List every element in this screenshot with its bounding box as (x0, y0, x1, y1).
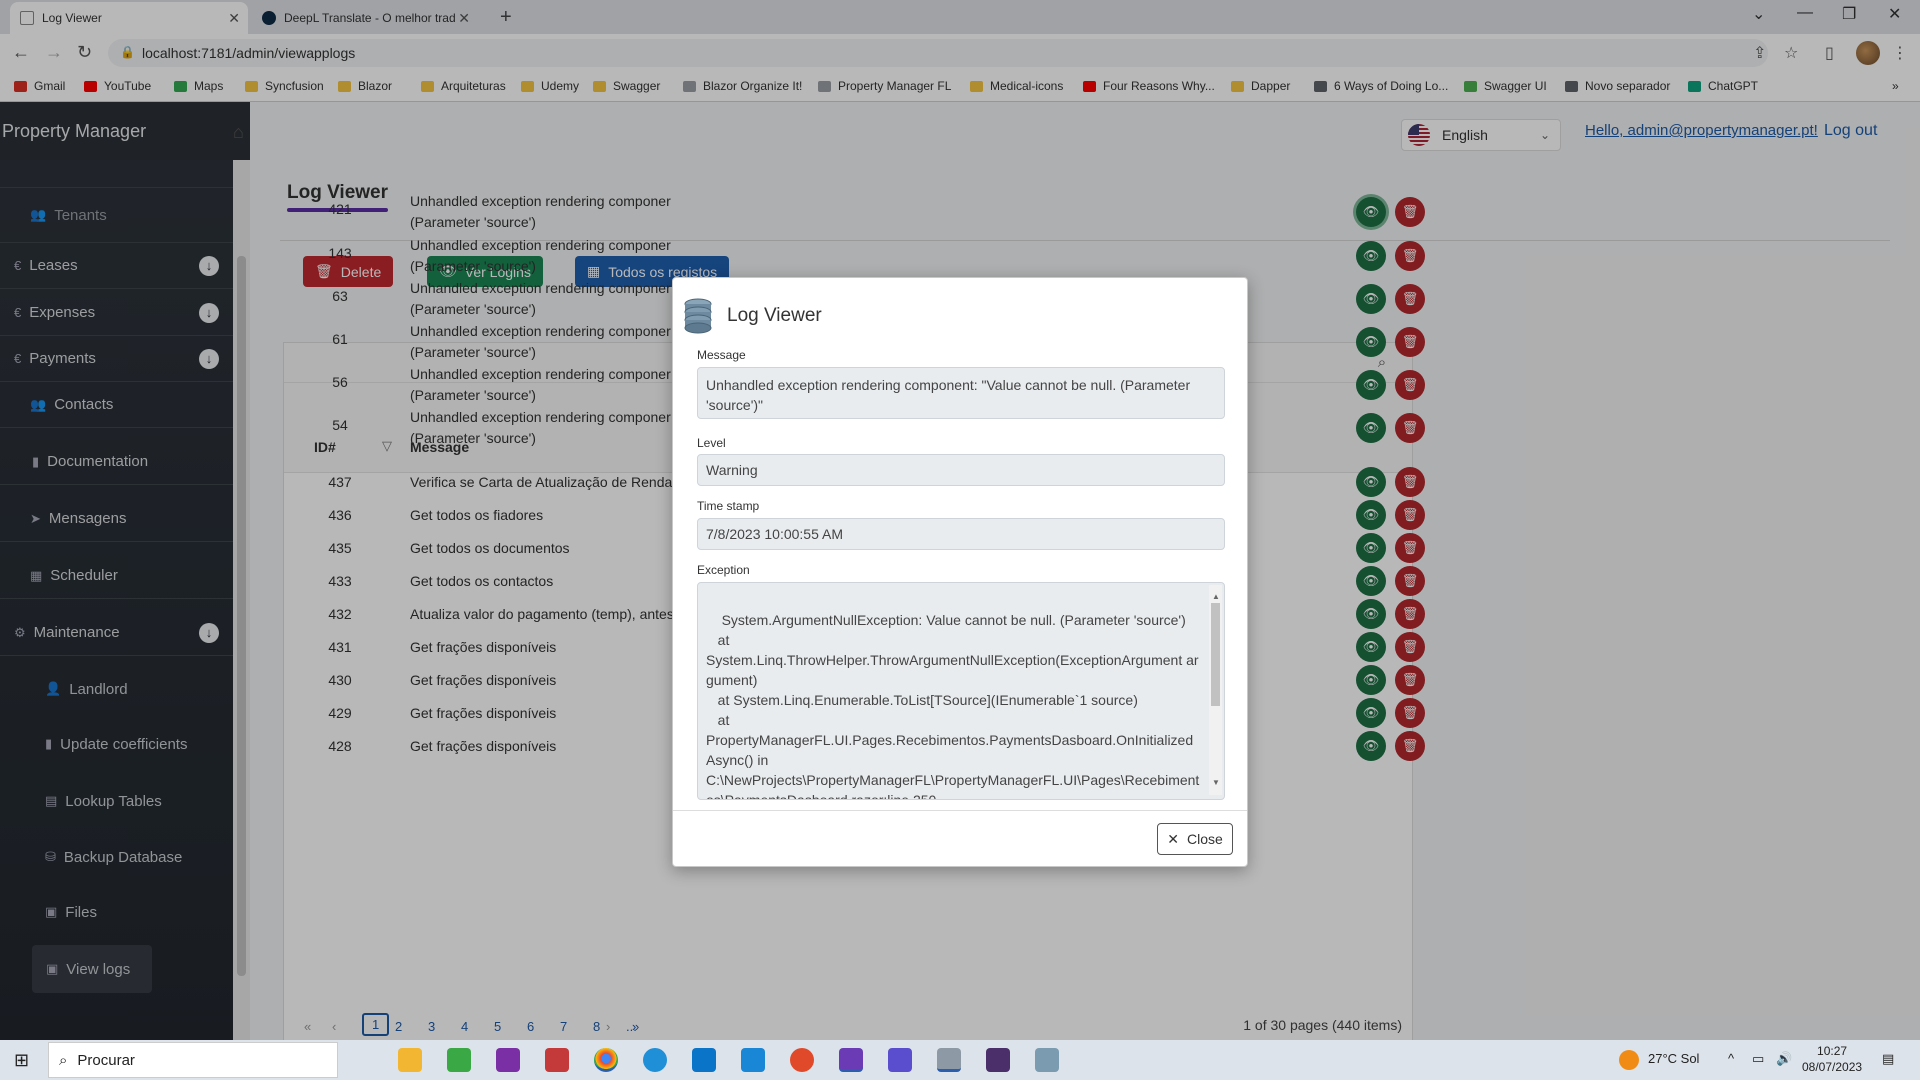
windows-start-icon[interactable]: ⊞ (14, 1050, 29, 1071)
scroll-down-icon[interactable]: ▼ (1212, 773, 1220, 793)
exception-field[interactable]: System.ArgumentNullException: Value cann… (697, 582, 1225, 800)
chevron-up-icon[interactable]: ^ (1728, 1051, 1734, 1066)
close-button[interactable]: ✕ Close (1157, 823, 1233, 855)
app-icon[interactable] (888, 1048, 912, 1072)
level-field[interactable]: Warning (697, 454, 1225, 486)
taskbar: ⊞ ⌕ Procurar 27°C Sol ^ ▭ 🔊 10:27 08/07/… (0, 1040, 1920, 1080)
task-view-icon[interactable] (348, 1048, 372, 1072)
exception-text: System.ArgumentNullException: Value cann… (706, 612, 1200, 800)
scroll-thumb[interactable] (1211, 603, 1220, 706)
terminal-icon[interactable] (986, 1048, 1010, 1072)
date: 08/07/2023 (1802, 1060, 1863, 1074)
database-app-icon[interactable] (937, 1048, 961, 1072)
edge-icon[interactable] (643, 1048, 667, 1072)
message-label: Message (697, 348, 746, 362)
exception-label: Exception (697, 563, 750, 577)
notification-icon[interactable]: ▤ (1882, 1051, 1894, 1067)
weather-text[interactable]: 27°C Sol (1648, 1051, 1699, 1066)
log-viewer-dialog: Log Viewer Message Unhandled exception r… (672, 277, 1248, 867)
vscode-icon[interactable] (741, 1048, 765, 1072)
app-icon[interactable] (447, 1048, 471, 1072)
network-icon[interactable]: ▭ (1752, 1051, 1764, 1067)
dialog-footer-divider (673, 810, 1247, 811)
timestamp-field[interactable]: 7/8/2023 10:00:55 AM (697, 518, 1225, 550)
search-icon: ⌕ (59, 1051, 68, 1069)
weather-icon[interactable] (1619, 1050, 1639, 1070)
time: 10:27 (1817, 1044, 1848, 1058)
exception-scrollbar[interactable]: ▲ ▼ (1209, 585, 1222, 795)
visual-studio-icon[interactable] (839, 1048, 863, 1072)
timestamp-label: Time stamp (697, 499, 760, 513)
clock[interactable]: 10:27 08/07/2023 (1802, 1043, 1862, 1075)
message-field[interactable]: Unhandled exception rendering component:… (697, 367, 1225, 419)
app-icon[interactable] (692, 1048, 716, 1072)
close-label: Close (1186, 831, 1223, 847)
volume-icon[interactable]: 🔊 (1776, 1051, 1792, 1067)
search-placeholder: Procurar (77, 1051, 135, 1069)
app-icon[interactable] (790, 1048, 814, 1072)
app-icon[interactable] (1035, 1048, 1059, 1072)
level-label: Level (697, 436, 726, 450)
app-icon[interactable] (545, 1048, 569, 1072)
file-explorer-icon[interactable] (398, 1048, 422, 1072)
chrome-icon[interactable] (594, 1048, 618, 1072)
dialog-title: Log Viewer (727, 305, 822, 326)
onenote-icon[interactable] (496, 1048, 520, 1072)
taskbar-search[interactable]: ⌕ Procurar (48, 1042, 338, 1078)
database-icon (684, 298, 712, 334)
close-icon: ✕ (1167, 830, 1179, 847)
